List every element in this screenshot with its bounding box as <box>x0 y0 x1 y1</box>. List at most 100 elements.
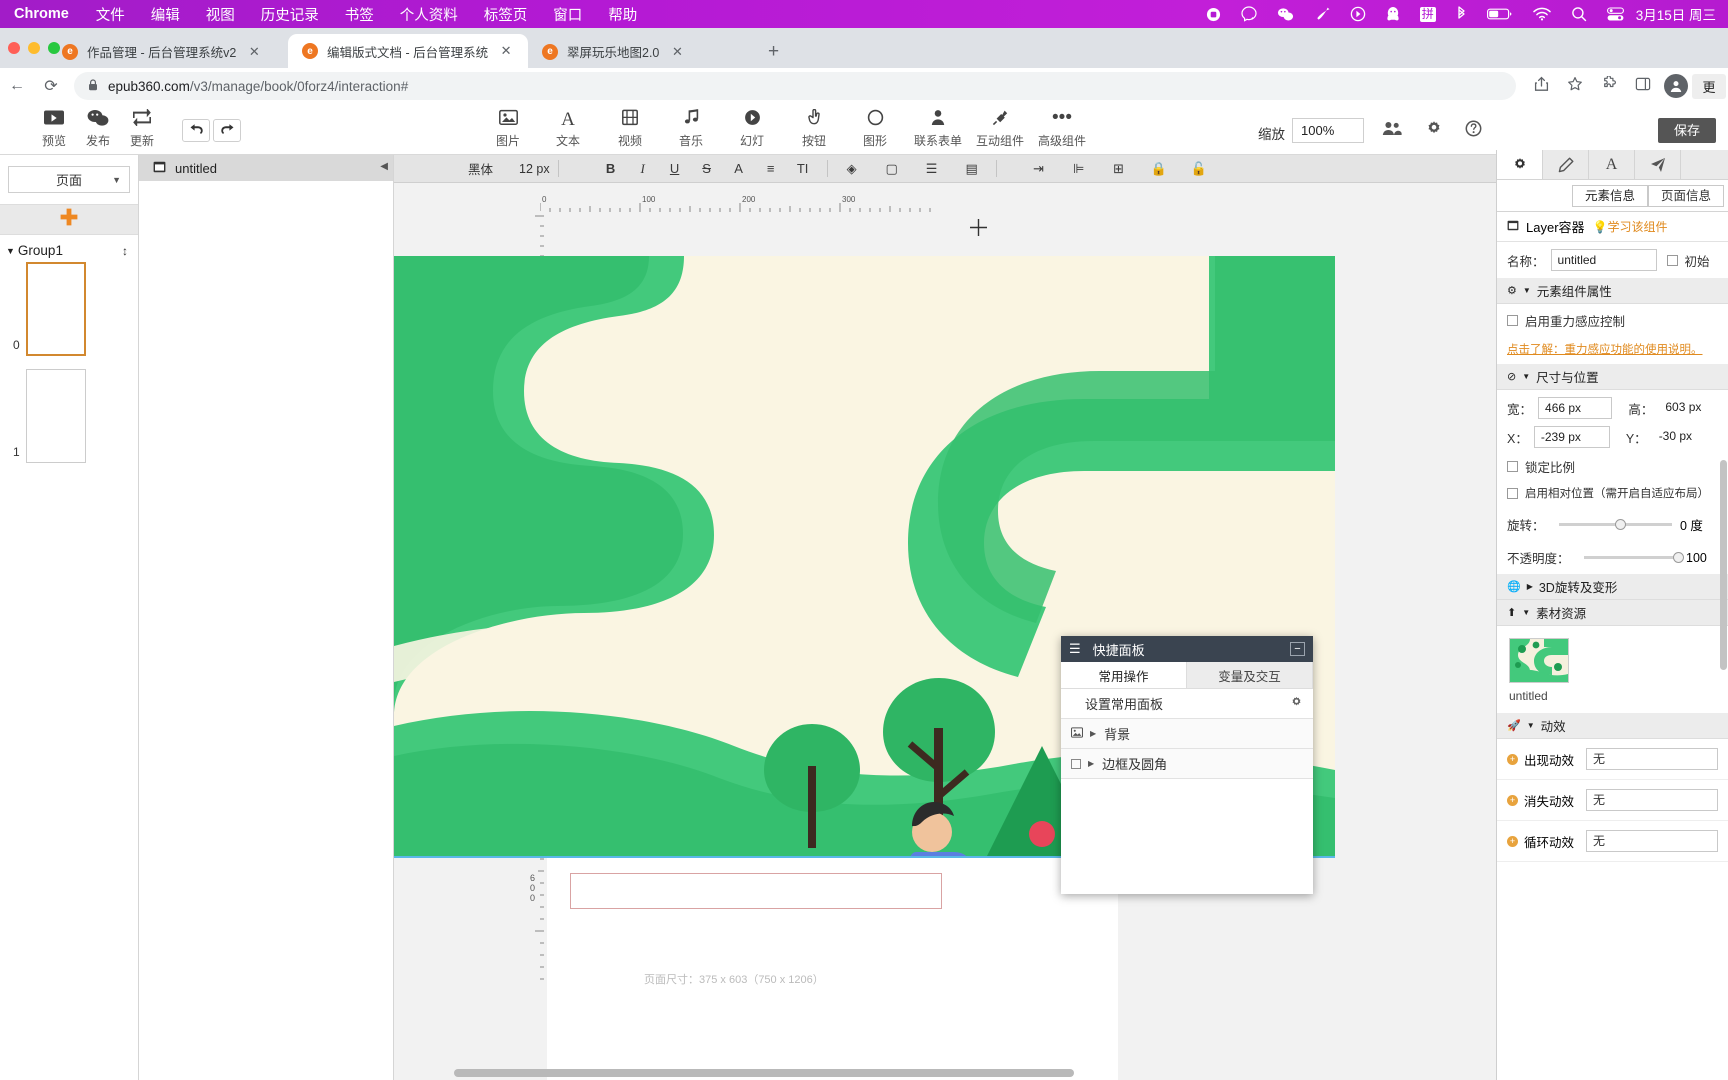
browser-tab-1[interactable]: e 编辑版式文档 - 后台管理系统 ✕ <box>288 34 528 68</box>
extensions-puzzle-icon[interactable] <box>1592 75 1626 96</box>
messenger-icon[interactable] <box>1231 0 1267 28</box>
minimize-window-button[interactable] <box>28 42 40 54</box>
rotate-value[interactable]: 0 度 <box>1680 515 1718 534</box>
menubar-datetime[interactable]: 3月15日 周三 <box>1634 4 1724 24</box>
opacity-slider[interactable] <box>1583 552 1685 563</box>
close-icon[interactable]: ✕ <box>246 44 262 60</box>
gravity-hint[interactable]: 点击了解：重力感应功能的使用说明。 <box>1497 337 1728 364</box>
bookmark-star-icon[interactable] <box>1558 76 1592 96</box>
quick-panel-row-background[interactable]: ▶ 背景 <box>1061 719 1313 749</box>
chevron-right-icon[interactable]: ▶ <box>1088 759 1094 768</box>
section-animation[interactable]: 🚀 ▼ 动效 <box>1497 713 1728 739</box>
unlock-button[interactable]: 🔓 <box>1183 161 1215 177</box>
page-selector-dropdown[interactable]: 页面 ▼ <box>8 166 130 193</box>
strikethrough-button[interactable]: S <box>691 161 723 176</box>
undo-button[interactable] <box>182 119 210 142</box>
page-thumb-row-0[interactable]: 0 <box>0 260 138 367</box>
profile-avatar[interactable] <box>1664 74 1688 98</box>
insert-button-button[interactable]: 按钮 <box>784 108 844 149</box>
new-tab-button[interactable]: + <box>768 42 779 61</box>
paragraph-button[interactable]: ▤ <box>956 161 988 177</box>
browser-tab-2[interactable]: e 翠屏玩乐地图2.0 ✕ <box>528 35 768 68</box>
page-group-row[interactable]: ▼ Group1 ↕ <box>0 235 138 260</box>
hamburger-icon[interactable]: ☰ <box>1069 641 1081 657</box>
section-size-position[interactable]: ⊘ ▼ 尺寸与位置 <box>1497 364 1728 390</box>
play-circle-icon[interactable] <box>1340 0 1376 28</box>
tab-variables-interactions[interactable]: 变量及交互 <box>1187 662 1313 688</box>
screen-record-icon[interactable] <box>1196 0 1231 28</box>
distribute-button[interactable]: ⊫ <box>1063 161 1095 177</box>
insert-slide-button[interactable]: 幻灯 <box>722 109 782 149</box>
browser-tab-0[interactable]: e 作品管理 - 后台管理系统v2 ✕ <box>48 35 288 68</box>
font-family-select[interactable]: 黑体 <box>468 159 493 178</box>
tab-settings[interactable] <box>1497 150 1543 179</box>
close-window-button[interactable] <box>8 42 20 54</box>
quick-panel-row-border-radius[interactable]: ▶ 边框及圆角 <box>1061 749 1313 779</box>
canvas-horizontal-scrollbar[interactable] <box>454 1069 1074 1077</box>
properties-panel-scrollbar[interactable] <box>1720 460 1727 670</box>
layer-list-item[interactable]: untitled <box>139 155 393 181</box>
section-3d-transform[interactable]: 🌐 ▶ 3D旋转及变形 <box>1497 574 1728 600</box>
help-icon[interactable] <box>1465 120 1482 142</box>
add-page-button[interactable] <box>0 204 138 235</box>
bluetooth-icon[interactable] <box>1446 0 1477 28</box>
border-button[interactable]: ▢ <box>876 161 908 177</box>
control-center-icon[interactable] <box>1597 0 1634 28</box>
opacity-value[interactable]: 100 <box>1686 551 1718 565</box>
relative-pos-checkbox[interactable] <box>1507 487 1518 499</box>
menubar-item-help[interactable]: 帮助 <box>595 4 650 25</box>
text-color-button[interactable]: A <box>723 161 755 176</box>
lock-ratio-checkbox[interactable] <box>1507 461 1518 472</box>
side-panel-icon[interactable] <box>1626 76 1660 96</box>
gear-icon[interactable] <box>1290 696 1303 712</box>
gear-icon[interactable] <box>1425 120 1443 143</box>
italic-button[interactable]: I <box>627 161 659 177</box>
close-icon[interactable]: ✕ <box>498 43 514 59</box>
menubar-item-file[interactable]: 文件 <box>83 4 138 25</box>
zoom-input[interactable]: 100% <box>1292 118 1364 143</box>
selected-text-box[interactable] <box>570 873 942 909</box>
chevron-left-icon[interactable]: ◀ <box>380 161 388 172</box>
wifi-icon[interactable] <box>1523 0 1561 28</box>
menubar-app-name[interactable]: Chrome <box>0 6 83 22</box>
redo-button[interactable] <box>213 119 241 142</box>
y-input[interactable]: -30 px <box>1652 426 1713 448</box>
tab-common-operations[interactable]: 常用操作 <box>1061 662 1187 688</box>
fill-color-button[interactable]: ◈ <box>836 161 868 177</box>
underline-button[interactable]: U <box>659 161 691 176</box>
insert-interactive-component-button[interactable]: 互动组件 <box>967 109 1033 149</box>
gravity-checkbox[interactable] <box>1507 315 1518 326</box>
insert-video-button[interactable]: 视频 <box>600 109 660 149</box>
qq-penguin-icon[interactable] <box>1376 0 1410 28</box>
menubar-item-profile[interactable]: 个人资料 <box>387 4 471 25</box>
updown-arrow-icon[interactable]: ↕ <box>122 244 128 258</box>
quick-panel-row-settings[interactable]: 设置常用面板 <box>1061 689 1313 719</box>
plus-circle-icon[interactable]: + <box>1507 794 1518 806</box>
init-checkbox[interactable] <box>1666 254 1678 266</box>
insert-shape-button[interactable]: 图形 <box>845 109 905 149</box>
align-button[interactable]: ≡ <box>755 161 787 176</box>
update-button[interactable]: 更新 <box>112 108 172 149</box>
quick-panel-dialog[interactable]: ☰ 快捷面板 − 常用操作 变量及交互 设置常用面板 ▶ 背景 ▶ 边框及圆角 <box>1061 636 1313 894</box>
quick-panel-header[interactable]: ☰ 快捷面板 − <box>1061 636 1313 662</box>
group-button[interactable]: ⊞ <box>1103 161 1135 177</box>
list-button[interactable]: ☰ <box>916 161 948 177</box>
align-left-button[interactable]: ⇥ <box>1023 161 1055 177</box>
relative-pos-row[interactable]: 启用相对位置（需开启自适应布局） <box>1497 483 1728 508</box>
font-size-select[interactable]: 12 px <box>519 162 550 176</box>
section-element-props[interactable]: ⚙ ▼ 元素组件属性 <box>1497 278 1728 304</box>
battery-icon[interactable] <box>1477 0 1523 28</box>
line-height-button[interactable]: TI <box>787 161 819 176</box>
x-input[interactable]: -239 px <box>1533 426 1610 448</box>
tab-text[interactable]: A <box>1589 150 1635 179</box>
menubar-item-history[interactable]: 历史记录 <box>248 4 332 25</box>
page-thumb-row-1[interactable]: 1 <box>0 367 138 474</box>
collaborators-icon[interactable] <box>1382 120 1402 141</box>
menubar-item-view[interactable]: 视图 <box>193 4 248 25</box>
pinyin-ime-icon[interactable]: 拼 <box>1410 0 1446 28</box>
lock-button[interactable]: 🔒 <box>1143 161 1175 177</box>
close-icon[interactable]: ✕ <box>669 44 685 60</box>
rotate-slider[interactable] <box>1558 519 1672 530</box>
plus-circle-icon[interactable]: + <box>1507 835 1518 847</box>
anim-loop-select[interactable]: 无 <box>1586 830 1718 852</box>
